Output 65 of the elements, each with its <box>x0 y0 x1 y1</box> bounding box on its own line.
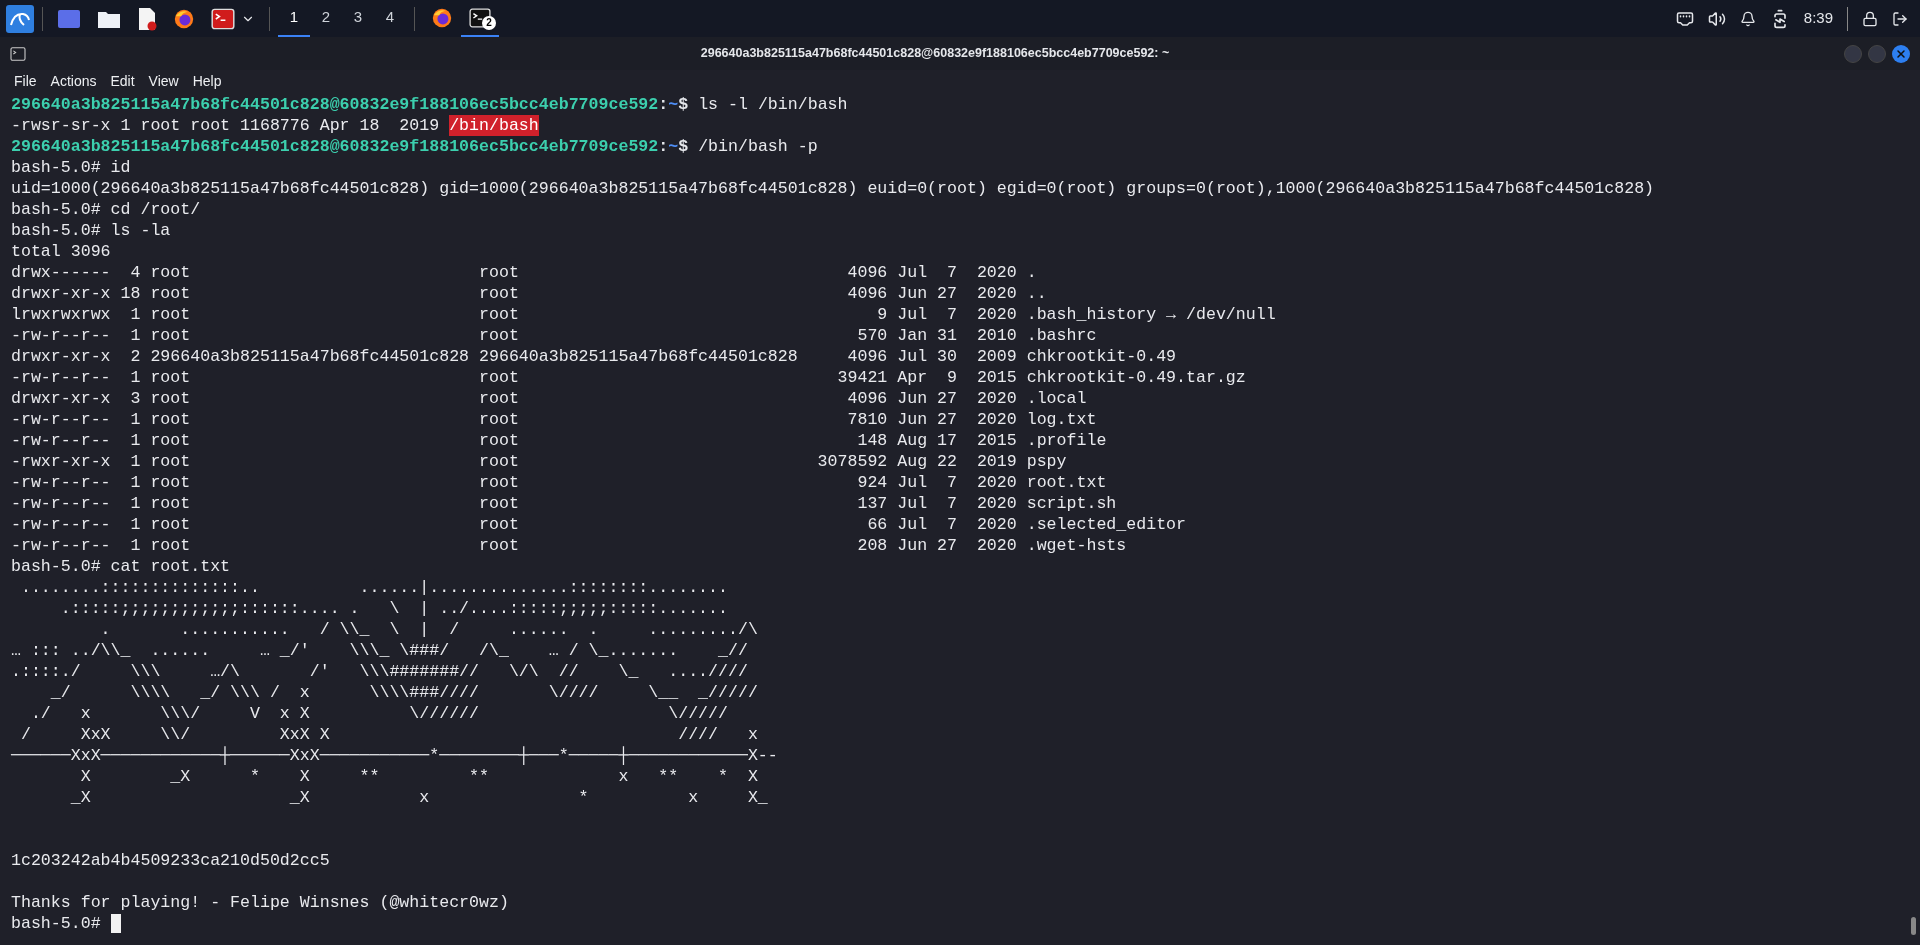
menu-item[interactable]: Actions <box>44 70 103 92</box>
volume-icon[interactable] <box>1707 9 1726 28</box>
close-icon <box>1895 47 1907 60</box>
terminal-icon <box>469 7 491 28</box>
listing-row-text: drwxr-xr-x 3 root root 4096 Jun 27 2020 .local <box>11 388 1088 409</box>
terminal-output: total 3096 <box>11 241 112 262</box>
terminal-output: 1c203242ab4b4509233ca210d50d2cc5 <box>11 850 331 871</box>
ascii-art-line: _X _X x * x X_ <box>69 787 769 808</box>
terminal-icon <box>10 46 26 61</box>
menu-item[interactable]: File <box>8 70 43 92</box>
ascii-art-line: / XxX \\/ XxX X //// x <box>19 724 759 745</box>
terminal-icon <box>211 7 235 30</box>
command-line: 296640a3b825115a47b68fc44501c828@60832e9f188106ec5bcc4eb7709ce592:~$ ls -l /bin/bash <box>11 94 849 115</box>
menu-item[interactable]: View <box>142 70 185 92</box>
scrollbar[interactable] <box>1911 917 1916 935</box>
listing-row-text: drwxr-xr-x 2 296640a3b825115a47b68fc44501c828 296640a3b825115a47b68fc44501c828 4096 Jul 30 2009 chkrootkit-0.49 <box>11 346 1178 367</box>
command-line: bash-5.0# id <box>11 157 131 178</box>
listing-row-text: -rw-r--r-- 1 root root 570 Jan 31 2010 .bashrc <box>11 325 1098 346</box>
command-line: bash-5.0# ls -la <box>11 220 171 241</box>
command-line: bash-5.0# cd /root/ <box>11 199 201 220</box>
app-menu-icon[interactable] <box>6 4 34 33</box>
menu-item[interactable]: Edit <box>104 70 141 92</box>
ascii-art-line: ........::::::::::::::.. ......|..............::::::::........ <box>19 577 729 598</box>
workspace-button[interactable]: 4 <box>374 0 406 37</box>
listing-row-text: lrwxrwxrwx 1 root root 9 Jul 7 2020 .bash_history → /dev/null <box>11 304 1277 325</box>
text-editor-icon[interactable] <box>137 6 157 31</box>
ascii-art-line: .::::./ \\\ …/\ /' \\\#######// \/\ // \_ ....//// <box>11 661 749 682</box>
listing-row-text: -rw-r--r-- 1 root root 208 Jun 27 2020 .wget-hsts <box>11 535 1128 556</box>
lock-icon[interactable] <box>1862 10 1878 27</box>
close-button[interactable] <box>1892 44 1910 63</box>
ascii-art-line: .:::::;;;;;;;;;;;;::::::.... . \ | ../....:::::;;;;;:::::....... <box>59 598 729 619</box>
listing-row-text: -rw-r--r-- 1 root root 66 Jul 7 2020 .selected_editor <box>11 514 1188 535</box>
terminal-output: uid=1000(296640a3b825115a47b68fc44501c828) gid=1000(296640a3b825115a47b68fc44501c828) euid=0(root) egid=0(root) groups=0(root),1000(296640a3b825115a47b68fc44501c828) <box>11 178 1656 199</box>
ascii-art-line: ──────XxX────────────┼──────XxX───────────*────────┼───*─────┼────────────X-- <box>11 745 779 766</box>
listing-row-text: drwxr-xr-x 18 root root 4096 Jun 27 2020 .. <box>11 283 1048 304</box>
listing-row-text: -rw-r--r-- 1 root root 7810 Jun 27 2020 log.txt <box>11 409 1098 430</box>
menu-item[interactable]: Help <box>186 70 228 92</box>
logout-icon[interactable] <box>1892 10 1908 27</box>
notification-icon[interactable] <box>1739 10 1756 27</box>
ascii-art-line: _/ \\\\ _/ \\\ / x \\\\###//// \//// \__ _///// <box>49 682 759 703</box>
ascii-art-line: X _X * X ** ** x ** * X <box>79 766 759 787</box>
workspace-button[interactable]: 2 <box>310 0 342 37</box>
browser-icon[interactable] <box>173 7 195 30</box>
workspace-button[interactable]: 3 <box>342 0 374 37</box>
browser-icon[interactable] <box>431 6 453 29</box>
clock[interactable]: 8:39 <box>1803 7 1833 30</box>
command-line: bash-5.0# cat root.txt <box>11 556 231 577</box>
listing-row-text: -rw-r--r-- 1 root root 137 Jul 7 2020 script.sh <box>11 493 1118 514</box>
window-count-badge: 2 <box>482 16 496 30</box>
command-line: bash-5.0# <box>11 913 101 934</box>
terminal-output: -rwsr-sr-x 1 root root 1168776 Apr 18 2019 <box>11 115 441 136</box>
network-icon[interactable] <box>1675 9 1694 28</box>
ascii-art-line: ./ x \\\/ V x X \////// \///// <box>29 703 729 724</box>
desktop-icon[interactable] <box>57 8 81 29</box>
window-title: 296640a3b825115a47b68fc44501c828@60832e9f188106ec5bcc4eb7709ce592: ~ <box>700 45 1170 63</box>
listing-row-text: -rw-r--r-- 1 root root 148 Aug 17 2015 .profile <box>11 430 1108 451</box>
listing-row-text: -rwxr-xr-x 1 root root 3078592 Aug 22 2019 pspy <box>11 451 1068 472</box>
highlighted-path: /bin/bash <box>449 115 539 136</box>
terminal-output: Thanks for playing! - Felipe Winsnes (@whitecr0wz) <box>11 892 510 913</box>
command-line: 296640a3b825115a47b68fc44501c828@60832e9f188106ec5bcc4eb7709ce592:~$ /bin/bash -p <box>11 136 819 157</box>
listing-row-text: -rw-r--r-- 1 root root 39421 Apr 9 2015 chkrootkit-0.49.tar.gz <box>11 367 1247 388</box>
listing-row-text: drwx------ 4 root root 4096 Jul 7 2020 . <box>11 262 1038 283</box>
ascii-art-line: … ::: ../\\_ ...... … _/' \\\_ \###/ /\_ … / \_....... _// <box>11 640 749 661</box>
listing-row-text: -rw-r--r-- 1 root root 924 Jul 7 2020 root.txt <box>11 472 1108 493</box>
ascii-art-line: . ........... / \\_ \ | / ...... . ........./\ <box>99 619 759 640</box>
